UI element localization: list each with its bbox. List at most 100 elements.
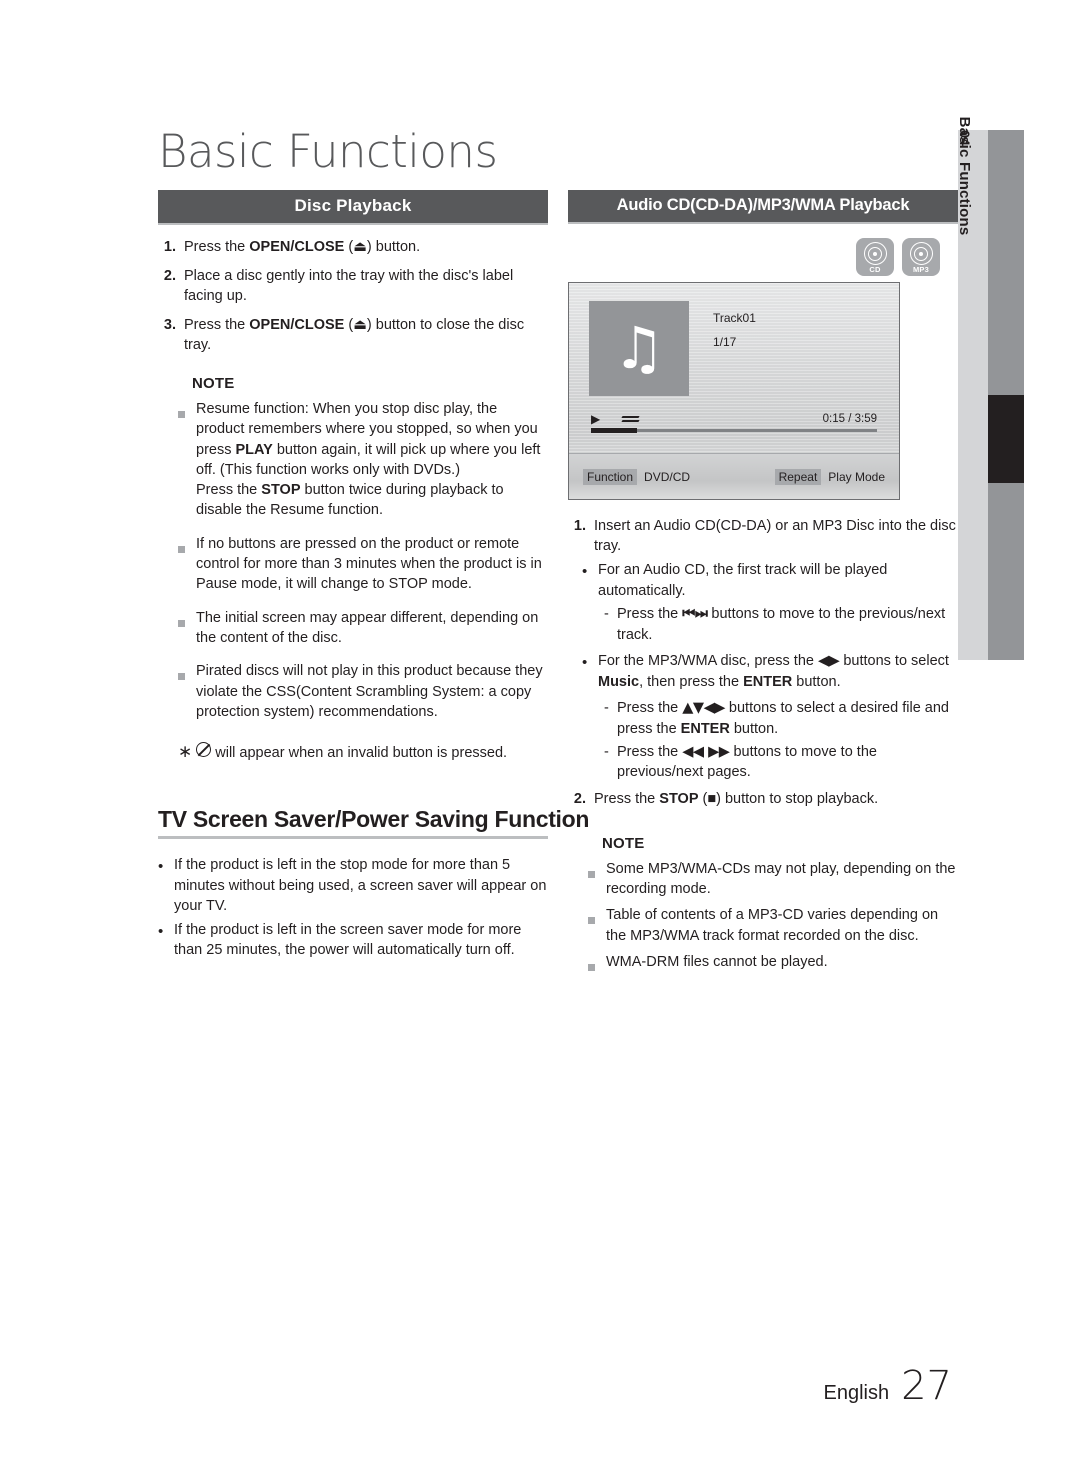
- note-item: Resume function: When you stop disc play…: [158, 399, 548, 521]
- page-footer: English 27: [823, 1363, 952, 1409]
- step-item: 2. Place a disc gently into the tray wit…: [158, 266, 548, 306]
- osd-progress-bar[interactable]: [591, 428, 877, 433]
- osd-function-chip[interactable]: Function: [583, 468, 638, 485]
- manual-page: 04 Basic Functions Basic Functions Disc …: [0, 0, 1080, 1479]
- bullet-text: For the MP3/WMA disc, press the ◀▶ butto…: [598, 651, 958, 692]
- screen-saver-bullets: • If the product is left in the stop mod…: [158, 855, 548, 961]
- osd-total: 3:59: [854, 413, 877, 425]
- bullet-item: • If the product is left in the stop mod…: [158, 855, 548, 917]
- osd-elapsed: 0:15: [822, 413, 845, 425]
- osd-track-meta: Track01 1/17: [689, 301, 756, 396]
- dash-text: Press the ▲▼◀▶ buttons to select a desir…: [617, 698, 958, 739]
- mp3-icon-label: MP3: [912, 265, 930, 274]
- step-text-before: Press the: [184, 239, 250, 255]
- chapter-tab-bar: [988, 130, 1024, 660]
- bullet-text-bold-enter: ENTER: [743, 673, 793, 690]
- step-text: Insert an Audio CD(CD-DA) or an MP3 Disc…: [594, 518, 956, 554]
- step-number: 1.: [163, 239, 176, 255]
- dash-text-before: Press the: [617, 743, 683, 760]
- dash-item: - Press the ◀◀ ▶▶ buttons to move to the…: [604, 742, 958, 783]
- note-item: The initial screen may appear different,…: [158, 608, 548, 649]
- step-item: 3. Press the OPEN/CLOSE (⏏) button to cl…: [158, 315, 548, 355]
- step-item: 1. Insert an Audio CD(CD-DA) or an MP3 D…: [568, 516, 958, 556]
- step-number: 3.: [163, 317, 176, 333]
- note-text: The initial screen may appear different,…: [196, 609, 539, 646]
- note-heading: NOTE: [602, 834, 645, 852]
- note-heading: NOTE: [192, 375, 235, 392]
- dash-item: - Press the ▲▼◀▶ buttons to select a des…: [604, 698, 958, 739]
- prev-next-track-icon: ⏮⏭: [682, 606, 708, 623]
- bullet-text-after: button.: [792, 673, 841, 690]
- osd-footer-bar: Function DVD/CD Repeat Play Mode: [569, 453, 899, 499]
- bullet-dot-icon: •: [582, 654, 588, 672]
- osd-function-value: DVD/CD: [644, 469, 691, 484]
- note-bullet-square-icon: [178, 661, 196, 722]
- note-text: WMA-DRM files cannot be played.: [606, 953, 828, 970]
- chapter-tab-label: 04 Basic Functions: [956, 117, 988, 660]
- step-text-bold: OPEN/CLOSE: [249, 317, 345, 333]
- note-bullet-square-icon: [178, 399, 196, 521]
- bullet-text-before: For the MP3/WMA disc, press the: [598, 653, 818, 670]
- dash-icon: -: [604, 743, 609, 760]
- step-text-bold: OPEN/CLOSE: [249, 239, 345, 255]
- note-text: Table of contents of a MP3-CD varies dep…: [606, 907, 939, 944]
- osd-top-area: ♫ Track01 1/17: [581, 293, 887, 396]
- note-text: Pirated discs will not play in this prod…: [196, 663, 543, 720]
- invalid-button-note: ∗ will appear when an invalid button is …: [158, 740, 548, 764]
- footer-language: English: [823, 1382, 890, 1404]
- bullet-item: • For the MP3/WMA disc, press the ◀▶ but…: [582, 651, 958, 692]
- section-header-disc-playback: Disc Playback: [158, 190, 548, 225]
- right-column: Audio CD(CD-DA)/MP3/WMA Playback CD MP3 …: [568, 190, 958, 990]
- media-format-icons: CD MP3: [568, 238, 958, 276]
- play-icon: ▶: [591, 412, 601, 426]
- step-text: Press the OPEN/CLOSE (⏏) button to close…: [184, 315, 548, 355]
- dash-text-before: Press the: [617, 700, 683, 717]
- osd-time-display: 0:15 / 3:59: [823, 413, 877, 425]
- osd-transport-row: ▶ 0:15 / 3:59: [581, 412, 887, 426]
- audio-playback-steps: 1. Insert an Audio CD(CD-DA) or an MP3 D…: [568, 516, 958, 809]
- bullet-text-middle: buttons to select: [839, 653, 949, 670]
- invalid-button-note-text: will appear when an invalid button is pr…: [215, 745, 508, 762]
- dash-text-before: Press the: [617, 606, 683, 623]
- note-item: WMA-DRM files cannot be played.: [568, 952, 958, 977]
- osd-progress-fill: [591, 428, 637, 433]
- direction-arrows-icon: ▲▼◀▶: [682, 700, 725, 717]
- disc-glyph-icon: [909, 242, 933, 265]
- osd-repeat-value: Play Mode: [828, 469, 885, 484]
- step-text: Place a disc gently into the tray with t…: [184, 268, 514, 304]
- osd-screenshot: ♫ Track01 1/17 ▶ 0:15 / 3:59 Function DV…: [568, 282, 900, 500]
- bullet-dot-icon: •: [158, 922, 164, 940]
- note-text: Resume function: When you stop disc play…: [196, 401, 541, 519]
- note-text: If no buttons are pressed on the product…: [196, 535, 542, 593]
- note-item: Some MP3/WMA-CDs may not play, depending…: [568, 859, 958, 900]
- footer-page-number: 27: [901, 1363, 952, 1409]
- note-item: Table of contents of a MP3-CD varies dep…: [568, 905, 958, 946]
- disc-glyph-icon: [863, 242, 887, 265]
- step-number: 1.: [573, 518, 586, 534]
- note-bullet-square-icon: [588, 952, 606, 977]
- step-text-before: Press the: [184, 317, 250, 333]
- chapter-side-tab: 04 Basic Functions: [956, 117, 1024, 660]
- dash-icon: -: [604, 700, 609, 717]
- dash-icon: -: [604, 606, 609, 623]
- step-text-after: (■) button to stop playback.: [698, 790, 879, 807]
- dash-list: - Press the ⏮⏭ buttons to move to the pr…: [582, 604, 958, 645]
- note-bullet-square-icon: [588, 905, 606, 946]
- bullet-item: • If the product is left in the screen s…: [158, 920, 548, 961]
- step-text-after: (⏏) button.: [344, 239, 421, 255]
- dash-item: - Press the ⏮⏭ buttons to move to the pr…: [604, 604, 958, 645]
- mp3-disc-icon: MP3: [902, 238, 940, 276]
- bullet-item: • For an Audio CD, the first track will …: [582, 560, 958, 601]
- step-text-before: Press the: [594, 790, 660, 807]
- step-number: 2.: [163, 268, 176, 284]
- note-bullet-square-icon: [588, 859, 606, 900]
- cd-icon-label: CD: [869, 265, 881, 274]
- chapter-name: Basic Functions: [956, 116, 973, 236]
- osd-repeat-chip[interactable]: Repeat: [774, 468, 822, 485]
- section-header-audio-cd-playback: Audio CD(CD-DA)/MP3/WMA Playback: [568, 190, 958, 224]
- bullet-text-bold-music: Music: [598, 673, 640, 690]
- osd-album-art: ♫: [589, 301, 689, 396]
- dash-text-after2: button.: [729, 721, 779, 738]
- subsection-title-screen-saver: TV Screen Saver/Power Saving Function: [158, 806, 589, 839]
- chapter-tab-marker: [988, 395, 1024, 483]
